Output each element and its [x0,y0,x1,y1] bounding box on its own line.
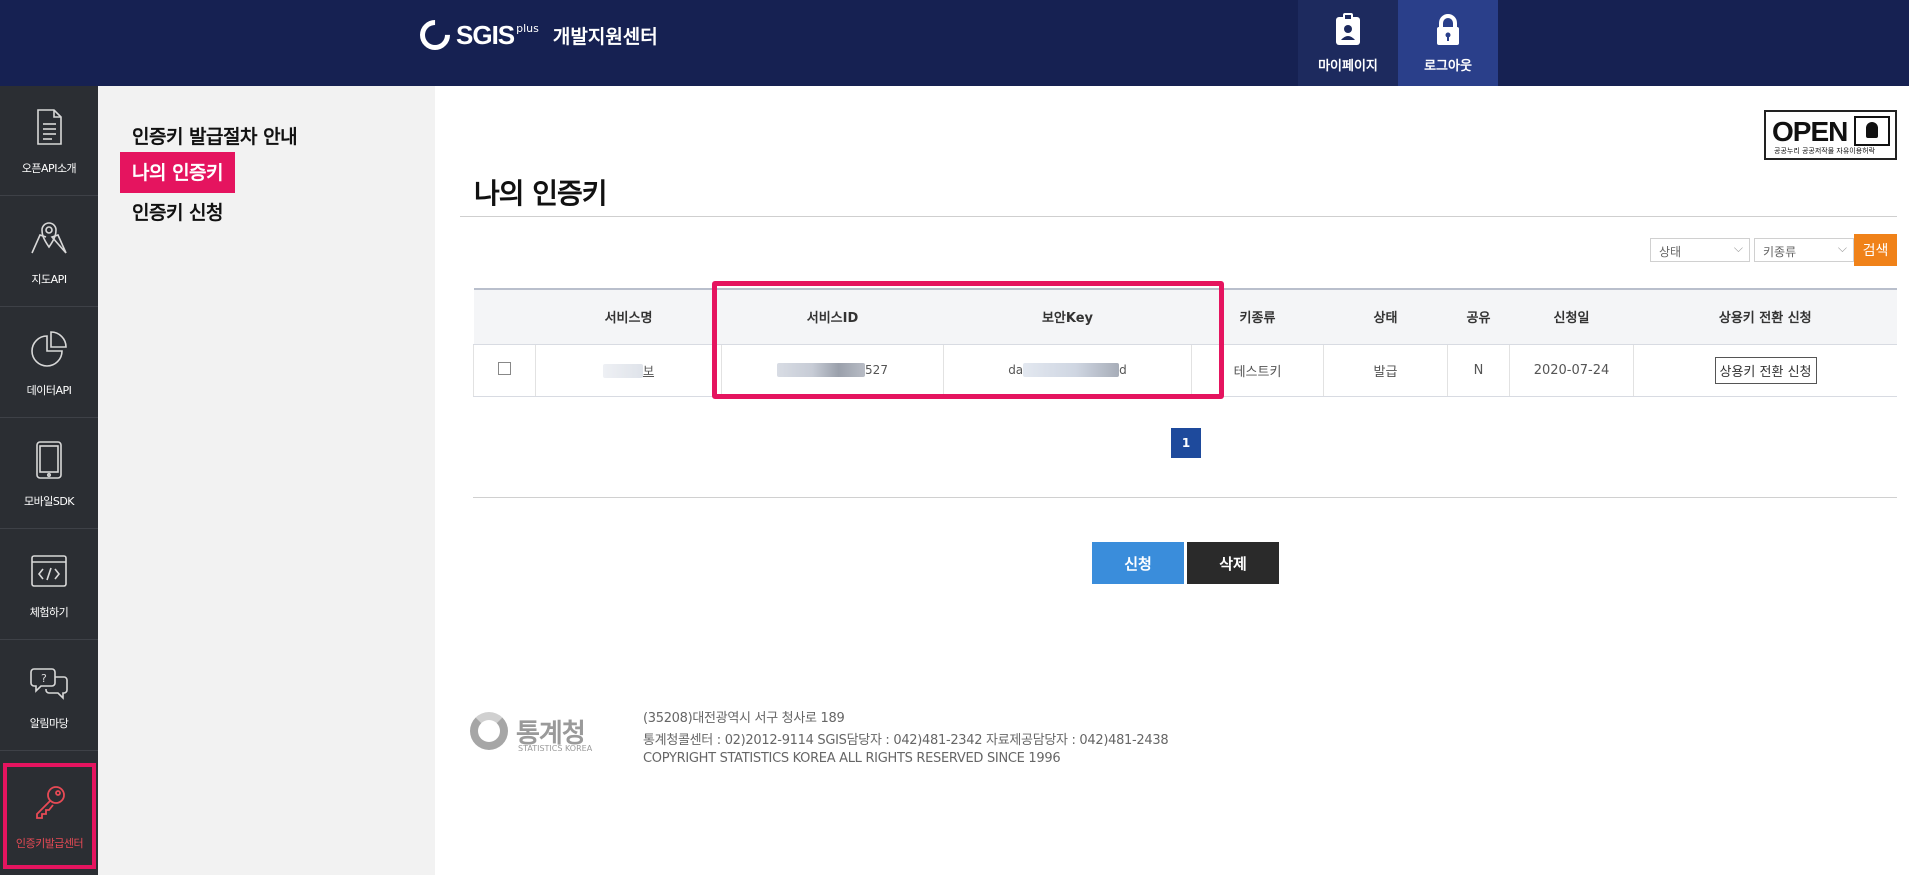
status-select[interactable]: 상태 [1650,238,1750,262]
row-checkbox[interactable] [498,361,511,375]
open-badge-word: OPEN [1772,116,1848,147]
col-header-secure-key: 보안Key [943,288,1192,345]
masked-service-id [777,363,866,377]
sub-menu-panel: 인증키 발급절차 안내 나의 인증키 인증키 신청 [98,86,435,875]
open-license-badge: OPEN 공공누리 공공저작물 자유이용허락 [1764,110,1897,160]
col-header-service-name: 서비스명 [535,288,722,345]
statistics-korea-logo: 통계청 STATISTICS KOREA [470,712,592,753]
masked-service-name [602,364,643,378]
page-title: 나의 인증키 [474,177,608,210]
logout-button[interactable]: 로그아웃 [1398,0,1498,86]
map-pin-icon [31,221,67,254]
key-type-select-value: 키종류 [1763,245,1797,259]
id-badge-icon [1336,12,1360,45]
col-header-status: 상태 [1323,288,1448,345]
submenu-item-apply[interactable]: 인증키 신청 [132,198,224,225]
rail-item-try[interactable]: 체험하기 [0,530,98,640]
logo-brand: SGIS [456,19,515,50]
status-cell: 발급 [1323,344,1448,397]
footer-org-en: STATISTICS KOREA [518,744,593,753]
logo-subtitle: 개발지원센터 [552,25,658,48]
tablet-icon [36,440,62,479]
pie-chart-icon [31,330,67,367]
secure-key-cell: da d [943,344,1192,397]
service-id-text: 527 [865,362,888,377]
footer-address: (35208)대전광역시 서구 청사로 189 [643,711,845,726]
rail-label-mapapi: 지도API [31,272,67,286]
rail-label-keycenter: 인증키발급센터 [15,837,84,850]
key-icon [35,786,65,819]
service-name-text: 보 [642,363,655,378]
sgis-logo-mark-icon [413,13,457,57]
col-header-service-id: 서비스ID [721,288,944,345]
table-header-row: 서비스명 서비스ID 보안Key 키종류 상태 공유 신청일 상용키 전환 신청 [473,288,1897,345]
rail-label-try: 체험하기 [29,605,69,619]
secure-key-start: da [1008,362,1024,377]
chat-bubbles-icon: ? [30,667,68,700]
convert-commercial-button[interactable]: 상용키 전환 신청 [1714,356,1817,384]
footer-copyright: COPYRIGHT STATISTICS KOREA ALL RIGHTS RE… [643,751,1061,766]
sgis-logo[interactable]: SGIS plus 개발지원센터 [413,13,658,57]
title-divider [460,216,1897,217]
lock-icon [1437,13,1459,45]
code-window-icon [31,554,67,587]
table-row: 보 527 da d 테스트키 발급 N 2020-07-24 상용키 전환 신청 [473,344,1897,397]
row-checkbox-cell [473,344,536,397]
footer-contact: 통계청콜센터 : 02)2012-9114 SGIS담당자 : 042)481-… [643,733,1169,748]
open-badge-caption: 공공누리 공공저작물 자유이용허락 [1774,147,1876,155]
rail-item-notice[interactable]: ? 알림마당 [0,641,98,751]
statistics-korea-emblem-icon [470,712,508,750]
service-id-cell: 527 [721,344,944,397]
logout-label: 로그아웃 [1424,58,1472,74]
submenu-item-mykey[interactable]: 나의 인증키 [120,152,236,193]
col-header-shared: 공유 [1447,288,1510,345]
rail-label-notice: 알림마당 [29,716,69,730]
key-type-cell: 테스트키 [1191,344,1324,397]
status-select-value: 상태 [1659,245,1682,259]
shared-cell: N [1447,344,1510,397]
svg-text:?: ? [41,672,47,685]
key-type-select[interactable]: 키종류 [1754,238,1854,262]
masked-secure-key [1023,363,1120,377]
date-cell: 2020-07-24 [1509,344,1634,397]
col-header-key-type: 키종류 [1191,288,1324,345]
left-icon-rail: 오픈API소개 지도API 데이터API 모바일SDK 체험하기 ? 알림마당 … [0,86,98,875]
attribution-person-icon [1854,116,1890,146]
col-header-date: 신청일 [1509,288,1634,345]
col-header-convert: 상용키 전환 신청 [1633,288,1897,345]
document-icon [37,108,62,145]
secure-key-end: d [1119,362,1127,377]
submenu-item-guide[interactable]: 인증키 발급절차 안내 [132,122,298,149]
search-button[interactable]: 검색 [1854,234,1897,266]
rail-label-openapi: 오픈API소개 [21,161,77,175]
rail-item-keycenter[interactable]: 인증키발급센터 [3,763,96,869]
mypage-button[interactable]: 마이페이지 [1298,0,1398,86]
rail-item-dataapi[interactable]: 데이터API [0,308,98,418]
delete-button[interactable]: 삭제 [1187,542,1279,584]
top-header: SGIS plus 개발지원센터 마이페이지 로그아웃 [0,0,1909,86]
pager-divider [473,497,1897,498]
col-header-check [473,288,536,345]
convert-cell: 상용키 전환 신청 [1633,344,1897,397]
logo-brand-sup: plus [516,22,539,35]
rail-item-mobilesdk[interactable]: 모바일SDK [0,419,98,529]
rail-item-openapi[interactable]: 오픈API소개 [0,86,98,196]
rail-item-mapapi[interactable]: 지도API [0,197,98,307]
apply-button[interactable]: 신청 [1092,542,1184,584]
rail-label-mobilesdk: 모바일SDK [23,494,75,508]
page-number-button[interactable]: 1 [1171,428,1201,458]
mypage-label: 마이페이지 [1318,58,1378,74]
rail-label-dataapi: 데이터API [26,383,72,397]
service-name-cell: 보 [535,344,722,397]
key-table: 서비스명 서비스ID 보안Key 키종류 상태 공유 신청일 상용키 전환 신청… [473,288,1897,397]
